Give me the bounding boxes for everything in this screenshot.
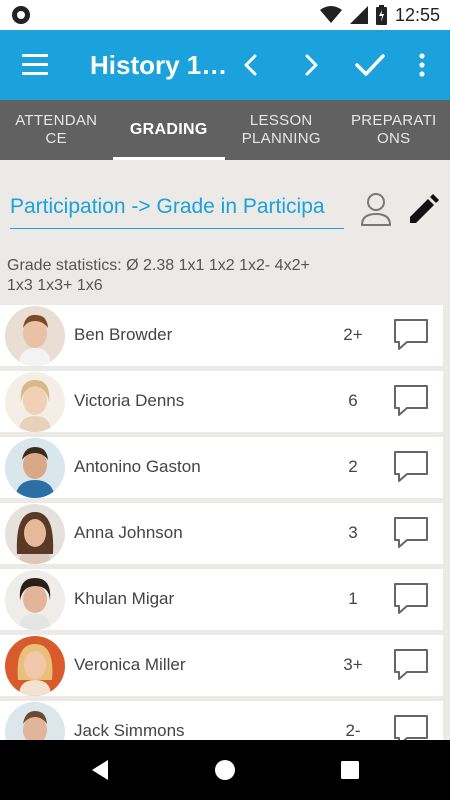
student-name: Veronica Miller <box>74 655 186 674</box>
battery-icon <box>375 5 387 25</box>
student-name: Anna Johnson <box>74 523 183 542</box>
student-row[interactable]: Antonino Gaston 2 <box>0 437 443 498</box>
comment-icon[interactable] <box>393 384 429 418</box>
status-icons: 12:55 <box>319 4 440 26</box>
student-row[interactable]: Jack Simmons 2- <box>0 701 443 740</box>
back-icon[interactable] <box>90 758 110 782</box>
comment-icon[interactable] <box>393 714 429 740</box>
tab-lesson-planning[interactable]: LESSON PLANNING <box>225 100 338 160</box>
grade-category-selector[interactable]: Participation -> Grade in Participa <box>10 195 344 229</box>
student-row[interactable]: Veronica Miller 3+ <box>0 635 443 696</box>
student-row[interactable]: Anna Johnson 3 <box>0 503 443 564</box>
avatar <box>5 504 65 564</box>
comment-icon[interactable] <box>393 582 429 616</box>
tab-grading[interactable]: GRADING <box>112 100 226 160</box>
comment-icon[interactable] <box>393 450 429 484</box>
student-row[interactable]: Ben Browder 2+ <box>0 305 443 366</box>
student-name: Ben Browder <box>74 325 173 344</box>
avatar <box>5 306 65 366</box>
menu-icon[interactable] <box>22 54 48 76</box>
comment-icon[interactable] <box>393 318 429 352</box>
tab-bar: ATTENDAN CE GRADING LESSON PLANNING PREP… <box>0 100 450 160</box>
status-bar: 12:55 <box>0 0 450 30</box>
student-grade[interactable]: 6 <box>320 391 386 411</box>
person-icon[interactable] <box>358 190 394 228</box>
clock: 12:55 <box>394 4 440 25</box>
avatar <box>5 702 65 740</box>
comment-icon[interactable] <box>393 648 429 682</box>
home-icon[interactable] <box>214 759 236 781</box>
circle-icon <box>12 6 30 24</box>
tab-label: PREPARATI ONS <box>351 112 437 147</box>
student-grade[interactable]: 2+ <box>320 325 386 345</box>
recents-icon[interactable] <box>340 760 360 780</box>
student-list: Ben Browder 2+ Victoria Denns 6 Antonino… <box>0 305 450 740</box>
student-row[interactable]: Victoria Denns 6 <box>0 371 443 432</box>
app-bar: History 1… <box>0 30 450 100</box>
grade-statistics: Grade statistics: Ø 2.38 1x1 1x2 1x2- 4x… <box>7 257 310 294</box>
student-row[interactable]: Khulan Migar 1 <box>0 569 443 630</box>
avatar <box>5 570 65 630</box>
wifi-icon <box>319 6 342 23</box>
student-grade[interactable]: 3+ <box>320 655 386 675</box>
avatar <box>5 372 65 432</box>
tab-label: LESSON PLANNING <box>241 112 321 147</box>
page-title: History 1… <box>90 50 228 80</box>
student-name: Victoria Denns <box>74 391 185 410</box>
student-name: Antonino Gaston <box>74 457 201 476</box>
student-name: Khulan Migar <box>74 589 175 608</box>
system-nav-bar <box>0 740 450 800</box>
avatar <box>5 438 65 498</box>
student-name: Jack Simmons <box>74 721 185 740</box>
student-grade[interactable]: 2 <box>320 457 386 477</box>
chevron-left-icon[interactable] <box>236 50 266 80</box>
chevron-right-icon[interactable] <box>296 50 326 80</box>
student-grade[interactable]: 3 <box>320 523 386 543</box>
tab-label: ATTENDAN CE <box>15 112 98 147</box>
edit-icon[interactable] <box>407 194 439 226</box>
student-grade[interactable]: 1 <box>320 589 386 609</box>
signal-icon <box>349 6 368 24</box>
student-grade[interactable]: 2- <box>320 721 386 740</box>
check-icon[interactable] <box>353 50 387 80</box>
tab-attendance[interactable]: ATTENDAN CE <box>0 100 113 160</box>
comment-icon[interactable] <box>393 516 429 550</box>
tab-preparations[interactable]: PREPARATI ONS <box>338 100 450 160</box>
more-vertical-icon[interactable] <box>412 50 432 80</box>
tab-label: GRADING <box>129 121 208 138</box>
avatar <box>5 636 65 696</box>
